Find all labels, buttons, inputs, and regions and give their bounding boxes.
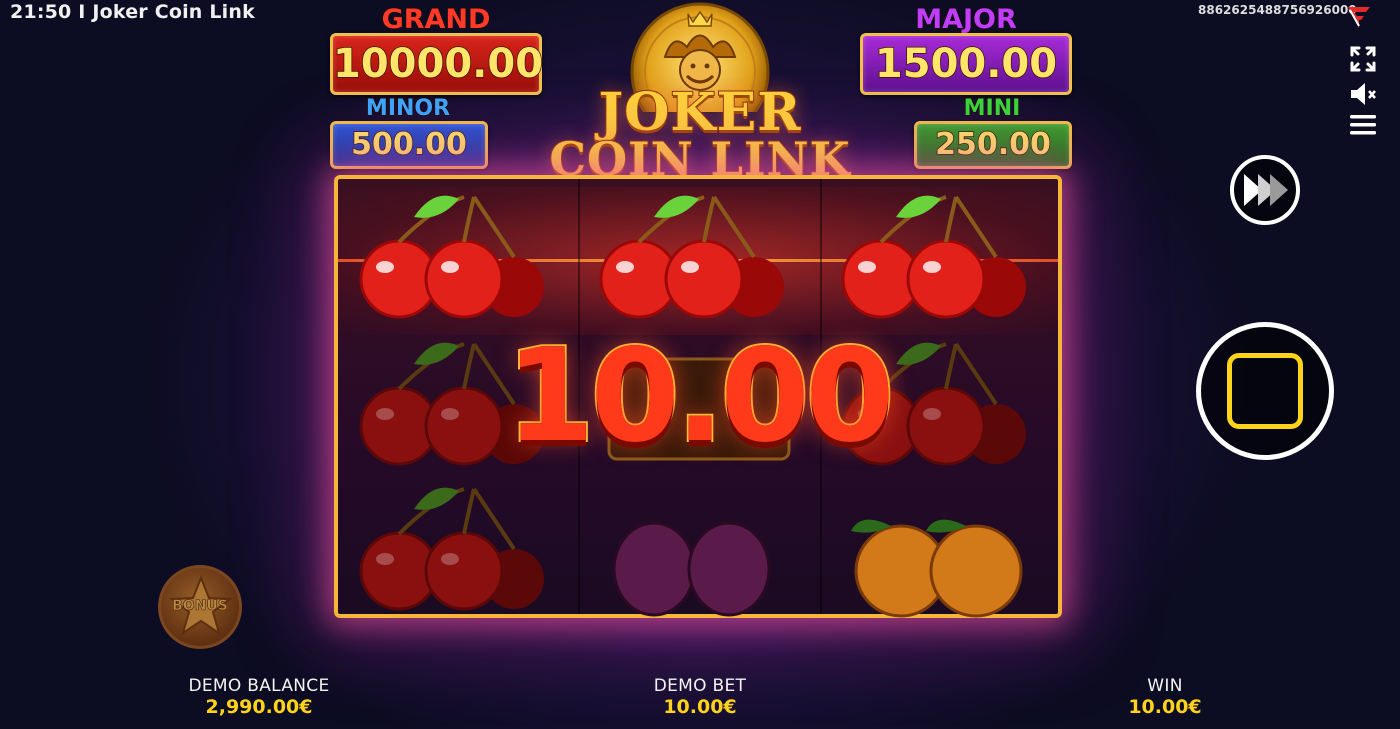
fast-forward-icon bbox=[1244, 174, 1288, 206]
fullscreen-icon[interactable] bbox=[1348, 44, 1378, 74]
cherry-symbol bbox=[599, 195, 784, 319]
mini-jackpot-value: 250.00 bbox=[914, 121, 1072, 169]
grand-jackpot-value: 10000.00 bbox=[330, 33, 544, 95]
bet-value: 10.00€ bbox=[663, 696, 737, 718]
major-jackpot-value: 1500.00 bbox=[860, 33, 1072, 95]
major-jackpot-label: MAJOR bbox=[914, 3, 1017, 36]
hamburger-menu-icon[interactable] bbox=[1348, 110, 1378, 140]
balance-display: DEMO BALANCE 2,990.00€ bbox=[159, 676, 359, 718]
balance-value: 2,990.00€ bbox=[205, 696, 313, 718]
minor-jackpot-value: 500.00 bbox=[330, 121, 488, 169]
cherry-symbol bbox=[359, 195, 544, 319]
plum-symbol bbox=[612, 521, 771, 617]
orange-symbol bbox=[851, 519, 1023, 618]
win-amount-display: 10.00 bbox=[504, 320, 897, 473]
brand-logo-icon bbox=[1348, 7, 1370, 28]
win-label: WIN bbox=[1147, 676, 1183, 696]
cherry-symbol bbox=[359, 487, 544, 611]
win-display: WIN 10.00€ bbox=[1065, 676, 1265, 718]
window-title: 21:50 I Joker Coin Link bbox=[10, 1, 255, 23]
grand-jackpot-label: GRAND bbox=[381, 3, 491, 36]
session-id: 8862625488756926000 bbox=[1198, 3, 1357, 17]
minor-jackpot-label: MINOR bbox=[365, 95, 451, 122]
sound-muted-icon[interactable] bbox=[1348, 79, 1378, 109]
bet-display[interactable]: DEMO BET 10.00€ bbox=[600, 676, 800, 718]
balance-label: DEMO BALANCE bbox=[188, 676, 330, 696]
cherry-symbol bbox=[841, 195, 1026, 319]
win-value: 10.00€ bbox=[1128, 696, 1202, 718]
turbo-spin-button[interactable] bbox=[1230, 155, 1300, 225]
stop-icon bbox=[1227, 353, 1303, 429]
spin-button[interactable] bbox=[1196, 322, 1334, 460]
bonus-buy-button[interactable]: BONUS bbox=[158, 565, 242, 649]
bet-label: DEMO BET bbox=[653, 676, 747, 696]
bonus-label: BONUS bbox=[172, 598, 228, 615]
mini-jackpot-label: MINI bbox=[963, 95, 1021, 122]
